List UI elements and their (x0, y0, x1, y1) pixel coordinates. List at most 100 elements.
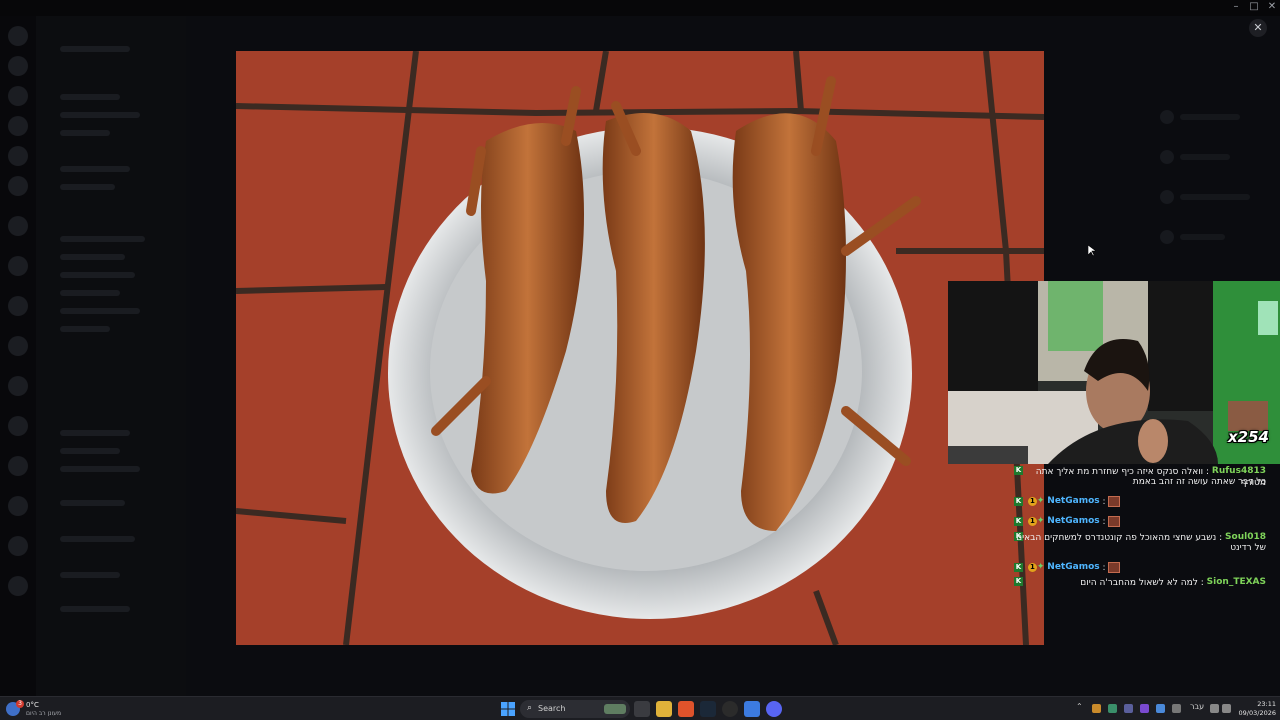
chat-text: למה לא לשאול מהחבר'ה היום (1080, 578, 1198, 586)
notification-badge: 3 (16, 700, 24, 708)
channel-list (36, 16, 186, 696)
windows-taskbar: 3 0°C מעונן רב היום ⌕ Search ⌃ עבר 23:11… (0, 696, 1280, 720)
channel-item[interactable] (60, 606, 130, 612)
chat-message: K 1 ✦ NetGamos : (1014, 516, 1280, 528)
channel-item[interactable] (60, 236, 145, 242)
minimize-icon[interactable]: – (1226, 1, 1246, 12)
server-icon[interactable] (8, 296, 28, 316)
server-icon[interactable] (8, 26, 28, 46)
server-icon[interactable] (8, 576, 28, 596)
chat-separator: : (1219, 533, 1223, 543)
channel-item[interactable] (60, 184, 115, 190)
microphone-icon[interactable] (1172, 704, 1181, 713)
app-icon[interactable] (744, 701, 760, 717)
server-icon[interactable] (8, 376, 28, 396)
server-icon[interactable] (8, 496, 28, 516)
mouse-cursor-icon (1088, 245, 1096, 257)
chat-badge: K (1014, 563, 1023, 572)
maximize-icon[interactable]: □ (1244, 1, 1264, 12)
search-highlight-icon (604, 704, 626, 714)
member-item[interactable] (1160, 230, 1270, 244)
server-icon[interactable] (8, 536, 28, 556)
app-icon[interactable] (722, 701, 738, 717)
chat-emote-icon (1108, 562, 1121, 573)
file-explorer-icon[interactable] (656, 701, 672, 717)
channel-item[interactable] (60, 466, 140, 472)
star-badge-icon: ✦ (1036, 516, 1045, 526)
channel-item[interactable] (60, 254, 125, 260)
tray-app-icon[interactable] (1140, 704, 1149, 713)
network-icon[interactable] (1210, 704, 1219, 713)
channel-item[interactable] (60, 500, 125, 506)
steam-icon[interactable] (700, 701, 716, 717)
chat-text: נשבע שחצי מהאוכל פה קונטנדרס למשחקים הבא… (1016, 533, 1217, 543)
weather-widget[interactable]: 3 0°C מעונן רב היום (6, 700, 66, 718)
server-icon[interactable] (8, 116, 28, 136)
sub-badge: 1 (1027, 517, 1037, 526)
channel-item[interactable] (60, 448, 120, 454)
member-item[interactable] (1160, 150, 1270, 164)
chat-username: NetGamos (1047, 562, 1100, 572)
channel-item[interactable] (60, 46, 130, 52)
member-item[interactable] (1160, 190, 1270, 204)
viewed-image (236, 51, 1044, 645)
channel-item[interactable] (60, 308, 140, 314)
task-view-icon[interactable] (634, 701, 650, 717)
chat-separator: : (1200, 578, 1204, 586)
chat-username: Sion_TEXAS (1206, 577, 1266, 586)
search-label: Search (538, 704, 566, 713)
server-icon[interactable] (8, 456, 28, 476)
language-indicator[interactable]: עבר (1190, 702, 1204, 711)
channel-item[interactable] (60, 112, 140, 118)
search-icon: ⌕ (527, 703, 533, 713)
channel-item[interactable] (60, 272, 135, 278)
chat-message: K 1 ✦ NetGamos : (1014, 496, 1280, 508)
tray-app-icon[interactable] (1108, 704, 1117, 713)
chat-username: NetGamos (1047, 496, 1100, 506)
brave-browser-icon[interactable] (678, 701, 694, 717)
volume-icon[interactable] (1222, 704, 1231, 713)
roasted-food-photo (236, 51, 1044, 645)
taskbar-clock[interactable]: 23:11 09/03/2026 (1236, 700, 1276, 718)
close-window-icon[interactable]: ✕ (1262, 1, 1280, 12)
server-icon[interactable] (8, 56, 28, 76)
channel-item[interactable] (60, 94, 120, 100)
server-icon[interactable] (8, 256, 28, 276)
start-button[interactable] (500, 701, 516, 717)
server-icon[interactable] (8, 146, 28, 166)
channel-item[interactable] (60, 536, 135, 542)
channel-item[interactable] (60, 572, 120, 578)
channel-item[interactable] (60, 430, 130, 436)
server-icon[interactable] (8, 336, 28, 356)
sub-badge: 1 (1027, 563, 1037, 572)
chat-username: Soul018 (1225, 532, 1266, 542)
chat-separator: : (1102, 563, 1106, 573)
clock-date: 09/03/2026 (1238, 709, 1276, 717)
tray-app-icon[interactable] (1124, 704, 1133, 713)
server-icon[interactable] (8, 176, 28, 196)
server-icon[interactable] (8, 216, 28, 236)
channel-item[interactable] (60, 290, 120, 296)
server-icon[interactable] (8, 86, 28, 106)
channel-item[interactable] (60, 326, 110, 332)
discord-icon[interactable] (766, 701, 782, 717)
chat-separator: : (1102, 497, 1106, 507)
tray-overflow-icon[interactable]: ⌃ (1076, 702, 1083, 711)
window-titlebar: – □ ✕ (0, 0, 1280, 16)
chat-username: Rufus4813 (1211, 466, 1266, 476)
channel-item[interactable] (60, 130, 110, 136)
taskbar-search[interactable]: ⌕ Search (520, 700, 630, 718)
chat-text: כל דבר שאתה עושה זה זהב באמת (1132, 477, 1266, 487)
close-viewer-button[interactable]: ✕ (1249, 19, 1267, 37)
star-badge-icon: ✦ (1036, 496, 1045, 506)
emote-counter: x254 (1228, 428, 1269, 446)
chat-message: K Rufus4813 : וואלה סנקס איזה כיף שחזרת … (1014, 466, 1280, 488)
server-icon[interactable] (8, 416, 28, 436)
tray-app-icon[interactable] (1156, 704, 1165, 713)
chat-separator: : (1206, 467, 1210, 477)
chat-emote-icon (1108, 516, 1121, 527)
windows-start-icon (501, 702, 515, 716)
member-item[interactable] (1160, 110, 1270, 124)
channel-item[interactable] (60, 166, 130, 172)
tray-app-icon[interactable] (1092, 704, 1101, 713)
